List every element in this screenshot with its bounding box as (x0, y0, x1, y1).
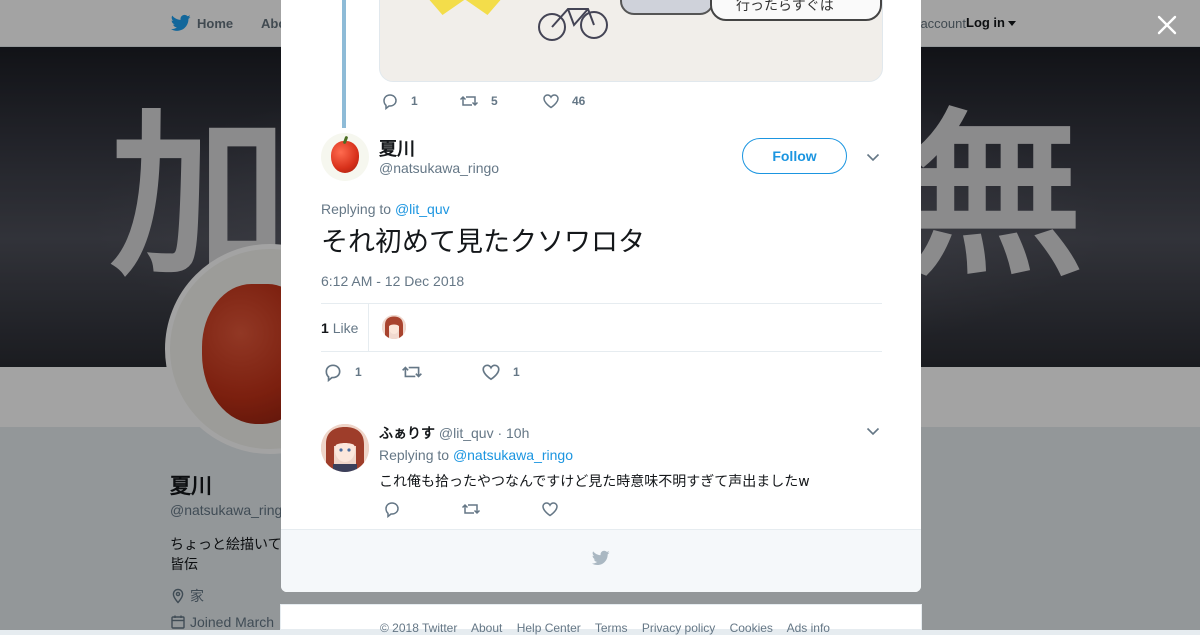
reply-action[interactable]: 1 (381, 92, 418, 110)
tweet-modal: 行ったらすぐは 1 5 46 夏川 @natsukawa_ringo Follo… (281, 0, 921, 592)
heart-icon (542, 502, 558, 517)
reply-replying-to-line: Replying to @natsukawa_ringo (379, 447, 573, 463)
tweet-author-avatar[interactable] (321, 133, 369, 181)
likes-stat-label: Like (332, 320, 359, 336)
reply-author-avatar[interactable] (321, 424, 369, 472)
heart-icon (543, 94, 559, 109)
reply-action[interactable]: 1 (323, 362, 362, 382)
retweet-action[interactable] (401, 362, 435, 382)
reply-count: 1 (411, 94, 418, 108)
like-action[interactable]: 1 (481, 362, 520, 382)
footer-links: © 2018 Twitter About Help Center Terms P… (380, 621, 841, 635)
retweet-icon (461, 503, 481, 515)
like-count: 1 (513, 365, 520, 379)
liker-avatar[interactable] (382, 315, 406, 339)
retweet-icon (402, 366, 422, 378)
previous-tweet-media[interactable]: 行ったらすぐは (379, 0, 883, 82)
bicycle-icon (538, 8, 608, 41)
retweet-icon (459, 95, 479, 107)
heart-icon (482, 364, 500, 381)
tweet-author-handle[interactable]: @natsukawa_ringo (379, 160, 499, 176)
likes-stat-count: 1 (321, 320, 329, 336)
footer-link-terms[interactable]: Terms (595, 621, 628, 635)
reply-action[interactable] (383, 500, 413, 518)
reply-time[interactable]: · 10h (497, 425, 529, 441)
reply-header: ふぁりす @lit_quv · 10h (379, 423, 529, 443)
twitter-bird-icon (591, 550, 610, 566)
thread-connector-line (342, 0, 346, 128)
reply-replying-mention[interactable]: @natsukawa_ringo (453, 447, 573, 463)
tweet-timestamp[interactable]: 6:12 AM - 12 Dec 2018 (321, 273, 464, 289)
footer-link-ads[interactable]: Ads info (787, 621, 830, 635)
reply-icon (385, 502, 399, 518)
tweet-stats: 1 Like (321, 303, 882, 352)
anime-avatar-image (321, 424, 369, 472)
footer-link-help[interactable]: Help Center (517, 621, 581, 635)
likes-stat[interactable]: 1 Like (321, 320, 358, 336)
reply-icon (383, 94, 397, 110)
retweet-count: 5 (491, 94, 498, 108)
footer-link-privacy[interactable]: Privacy policy (642, 621, 715, 635)
media-bubble-text: 行ったらすぐは (736, 0, 834, 14)
like-action[interactable]: 46 (542, 92, 585, 110)
page-footer: © 2018 Twitter About Help Center Terms P… (280, 604, 922, 635)
footer-copyright: © 2018 Twitter (380, 621, 458, 635)
media-yellow-burst (420, 0, 510, 15)
reply-text: これ俺も拾ったやつなんですけど見た時意味不明すぎて声出ましたw (379, 474, 810, 490)
apple-avatar-image (331, 141, 359, 173)
media-speech-bubble: 行ったらすぐは (710, 0, 882, 21)
like-action[interactable] (541, 500, 571, 518)
chevron-down-icon[interactable] (865, 149, 881, 165)
chevron-down-icon[interactable] (865, 423, 881, 439)
follow-button[interactable]: Follow (742, 138, 847, 174)
reply-author-name[interactable]: ふぁりす (379, 426, 435, 442)
stats-divider (368, 304, 369, 351)
modal-footer (281, 529, 921, 592)
like-count: 46 (572, 94, 586, 108)
tweet-text: それ初めて見たクソワロタ (321, 227, 645, 258)
replying-to-label: Replying to (321, 201, 392, 217)
retweet-action[interactable]: 5 (459, 92, 498, 110)
replying-to-line: Replying to @lit_quv (321, 201, 450, 217)
media-car-shape (620, 0, 714, 15)
footer-link-about[interactable]: About (471, 621, 502, 635)
footer-link-cookies[interactable]: Cookies (730, 621, 773, 635)
tweet-author-name[interactable]: 夏川 (379, 135, 415, 161)
reply-count: 1 (355, 365, 362, 379)
retweet-action[interactable] (461, 500, 493, 518)
close-icon[interactable] (1154, 12, 1180, 38)
reply-author-handle[interactable]: @lit_quv (439, 425, 494, 441)
anime-avatar-image (382, 315, 406, 339)
reply-icon (325, 364, 341, 382)
reply-replying-label: Replying to (379, 447, 450, 463)
replying-to-mention[interactable]: @lit_quv (395, 201, 450, 217)
